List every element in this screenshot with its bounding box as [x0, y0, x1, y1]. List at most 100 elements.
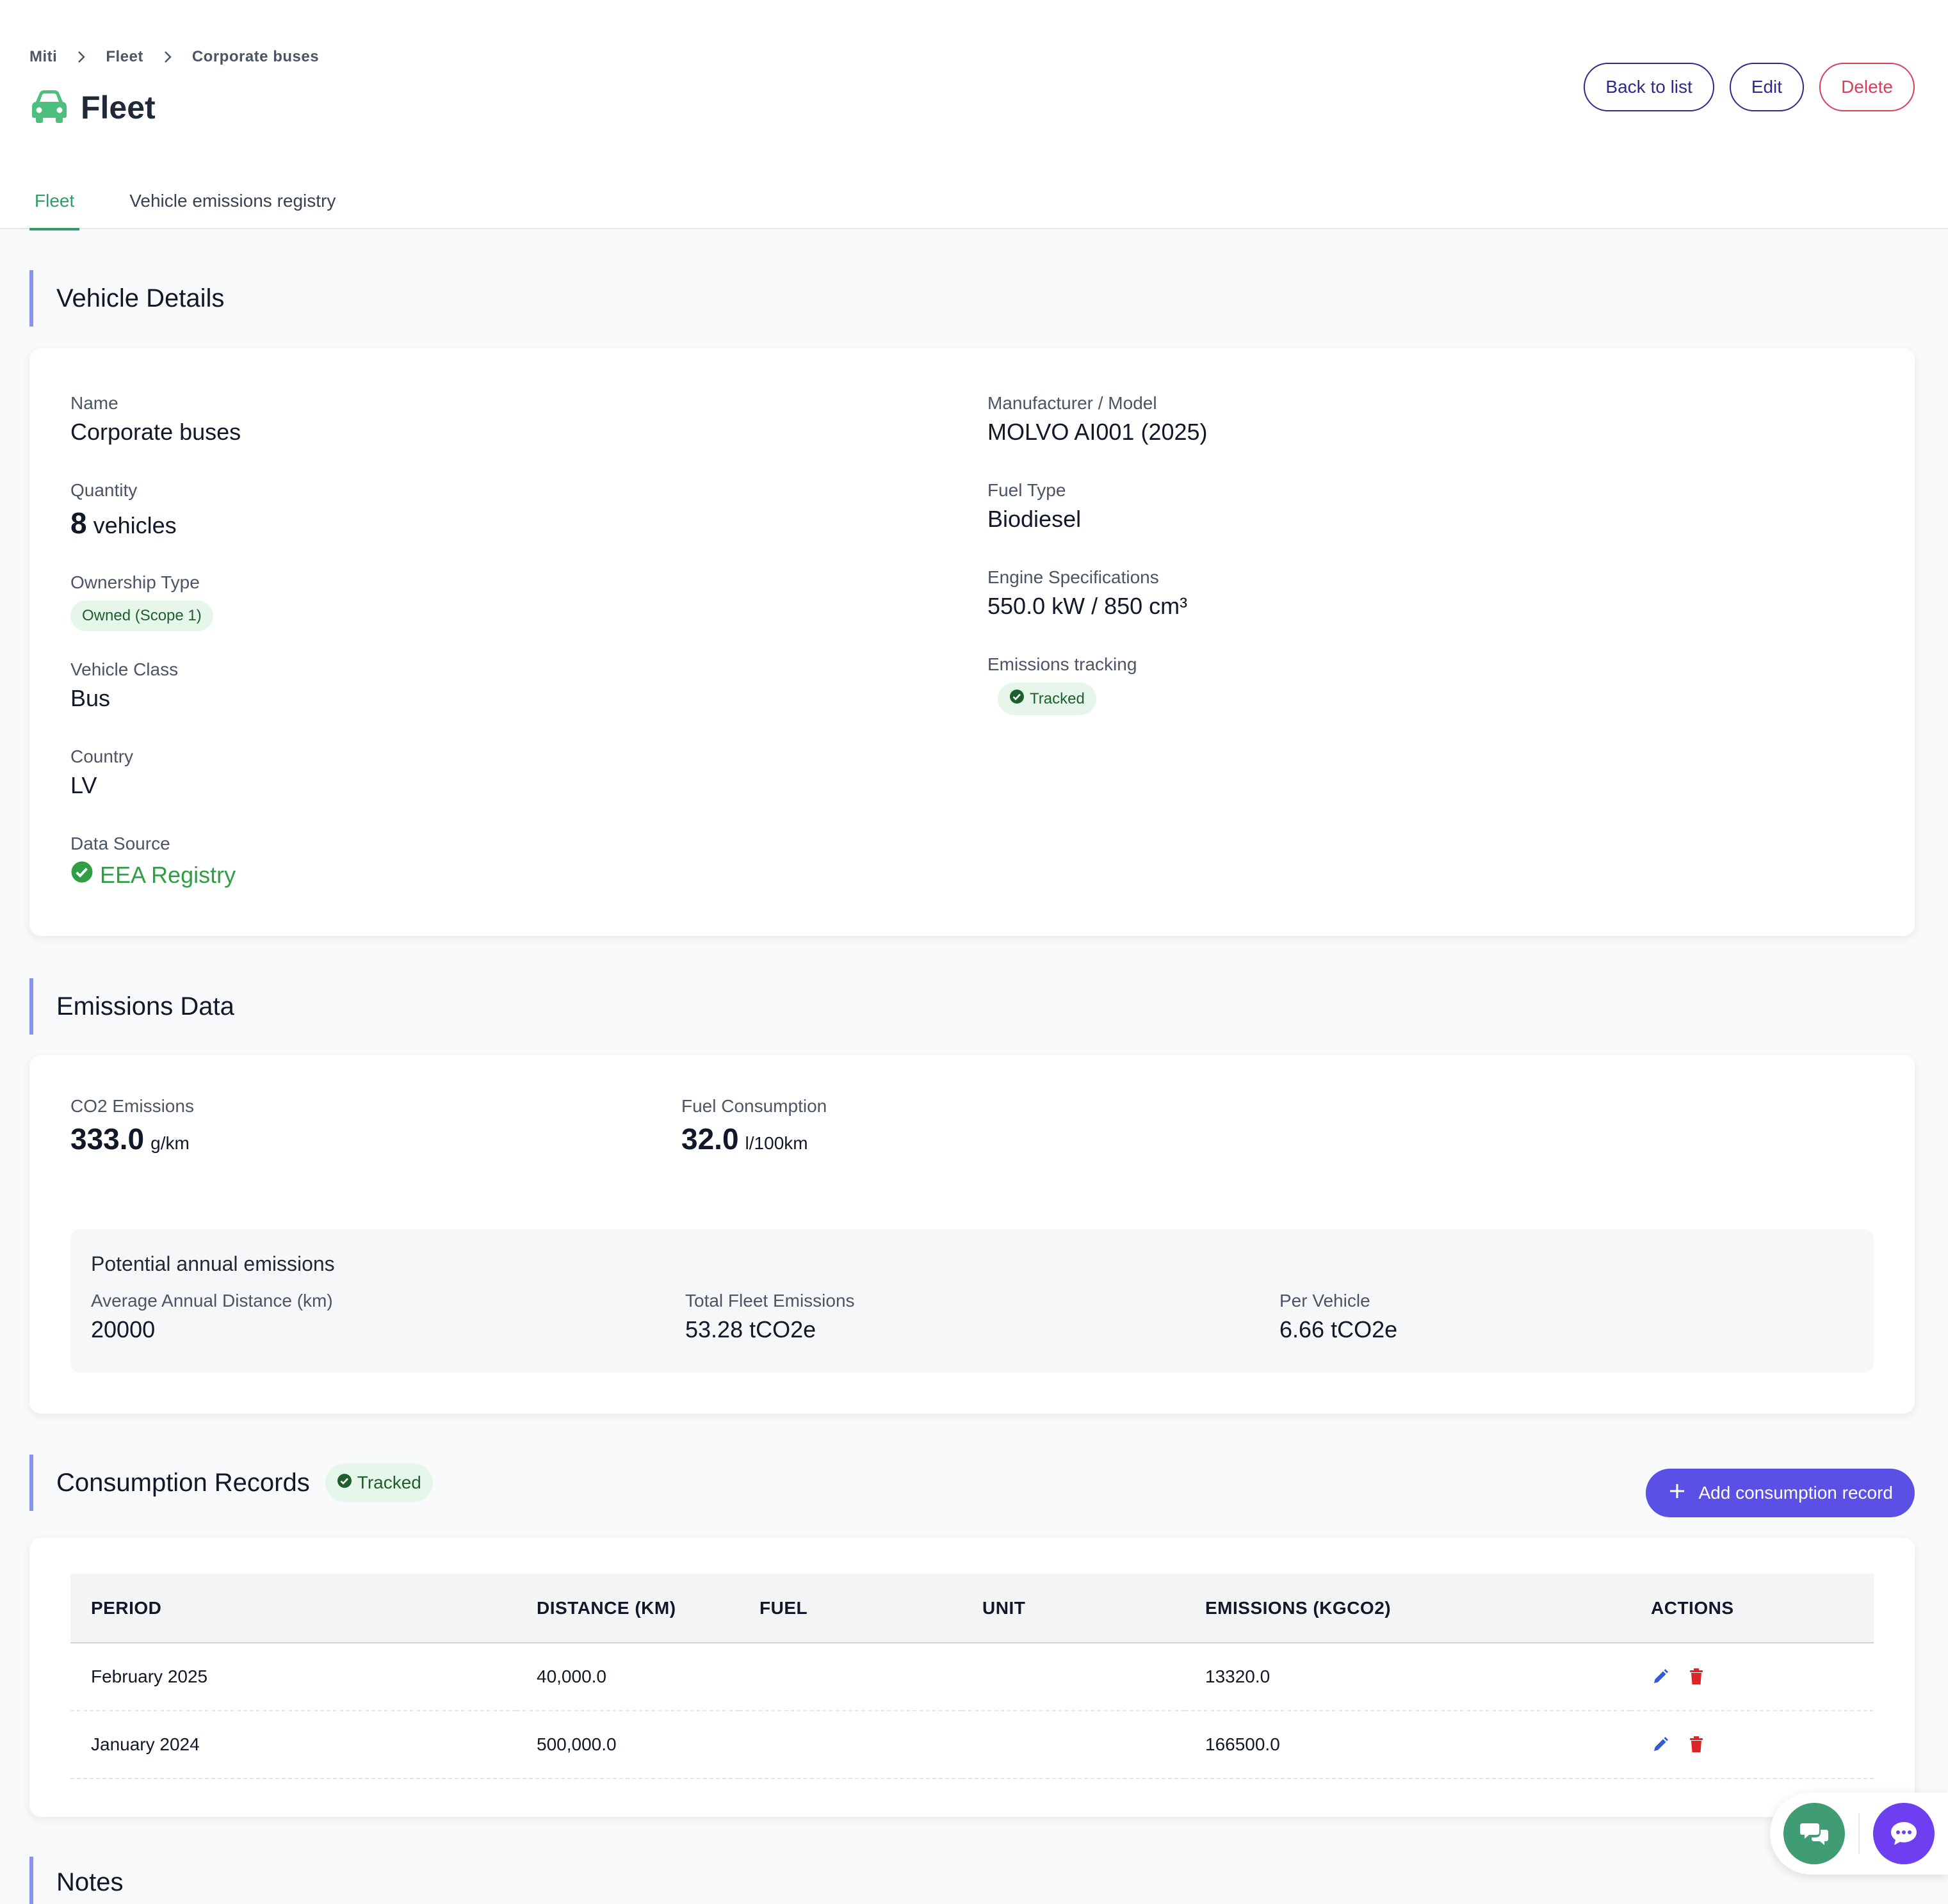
notes-heading: Notes — [29, 1857, 124, 1904]
check-circle-icon — [70, 860, 93, 889]
table-header-row: PERIOD DISTANCE (KM) FUEL UNIT EMISSIONS… — [70, 1574, 1874, 1643]
field-ownership-type: Ownership Type Owned (Scope 1) — [70, 572, 213, 631]
field-label: Manufacturer / Model — [987, 393, 1157, 413]
tab-fleet[interactable]: Fleet — [29, 173, 80, 230]
cell-unit — [962, 1643, 1185, 1711]
emissions-data-heading: Emissions Data — [29, 978, 234, 1035]
floating-chat-panel — [1770, 1793, 1948, 1875]
cell-unit — [962, 1711, 1185, 1779]
field-name: Name Corporate buses — [70, 393, 241, 446]
quantity-unit: vehicles — [93, 512, 177, 538]
pencil-icon[interactable] — [1651, 1735, 1670, 1754]
column-header-period[interactable]: PERIOD — [70, 1574, 516, 1643]
back-to-list-button[interactable]: Back to list — [1584, 63, 1714, 111]
table-row: January 2024 500,000.0 166500.0 — [70, 1711, 1874, 1779]
vehicle-details-card: Name Corporate buses Quantity 8 vehicles… — [29, 348, 1915, 936]
field-label: Fuel Consumption — [681, 1096, 827, 1116]
emissions-data-card: CO2 Emissions 333.0 g/km Fuel Consumptio… — [29, 1055, 1915, 1414]
delete-button[interactable]: Delete — [1819, 63, 1915, 111]
cell-actions — [1630, 1643, 1874, 1711]
section-title: Consumption Records — [56, 1468, 310, 1497]
cell-period: February 2025 — [70, 1643, 516, 1711]
check-circle-icon — [1009, 689, 1025, 709]
annual-distance: Average Annual Distance (km) 20000 — [91, 1291, 333, 1343]
per-vehicle-emissions: Per Vehicle 6.66 tCO2e — [1279, 1291, 1397, 1343]
check-circle-icon — [337, 1472, 352, 1493]
potential-annual-emissions: Potential annual emissions Average Annua… — [70, 1229, 1874, 1373]
vehicle-details-heading: Vehicle Details — [29, 270, 224, 327]
breadcrumb-item-fleet[interactable]: Fleet — [106, 48, 143, 66]
field-label: Country — [70, 746, 134, 766]
trash-icon[interactable] — [1687, 1667, 1706, 1686]
quantity-number: 8 — [70, 506, 87, 540]
chat-bubbles-icon[interactable] — [1783, 1803, 1845, 1864]
field-quantity: Quantity 8 vehicles — [70, 480, 177, 540]
column-header-distance[interactable]: DISTANCE (KM) — [516, 1574, 739, 1643]
plus-icon — [1668, 1481, 1687, 1505]
field-label: Ownership Type — [70, 572, 200, 592]
cell-period: January 2024 — [70, 1711, 516, 1779]
column-header-unit[interactable]: UNIT — [962, 1574, 1185, 1643]
edit-button[interactable]: Edit — [1729, 63, 1805, 111]
field-manufacturer-model: Manufacturer / Model MOLVO AI001 (2025) — [987, 393, 1208, 446]
badge-text: Tracked — [357, 1472, 421, 1492]
section-title: Emissions Data — [56, 992, 234, 1021]
trash-icon[interactable] — [1687, 1735, 1706, 1754]
field-value: 550.0 kW / 850 cm³ — [987, 593, 1188, 619]
annual-title: Potential annual emissions — [91, 1252, 335, 1275]
field-label: Total Fleet Emissions — [685, 1291, 855, 1311]
cell-fuel — [739, 1711, 962, 1779]
chevron-right-icon — [74, 49, 89, 65]
fuel-number: 32.0 — [681, 1122, 739, 1156]
tracked-badge: Tracked — [325, 1464, 433, 1502]
field-value: 53.28 tCO2e — [685, 1316, 816, 1343]
page-header: Fleet — [29, 87, 156, 128]
consumption-table: PERIOD DISTANCE (KM) FUEL UNIT EMISSIONS… — [70, 1574, 1874, 1779]
page-title: Fleet — [81, 90, 156, 125]
field-country: Country LV — [70, 746, 133, 799]
field-value: 32.0 l/100km — [681, 1122, 827, 1156]
column-header-emissions[interactable]: EMISSIONS (KGCO2) — [1185, 1574, 1630, 1643]
tracked-badge: Tracked — [998, 682, 1096, 715]
cell-actions — [1630, 1711, 1874, 1779]
field-emissions-tracking: Emissions tracking Tracked — [987, 654, 1137, 715]
column-header-actions: ACTIONS — [1630, 1574, 1874, 1643]
co2-unit: g/km — [150, 1133, 190, 1153]
column-header-fuel[interactable]: FUEL — [739, 1574, 962, 1643]
field-label: Quantity — [70, 480, 138, 500]
top-bar: Miti Fleet Corporate buses Fleet Back to… — [0, 0, 1948, 230]
tab-vehicle-emissions-registry[interactable]: Vehicle emissions registry — [124, 173, 341, 229]
field-label: Data Source — [70, 834, 170, 853]
add-consumption-record-button[interactable]: Add consumption record — [1646, 1469, 1915, 1517]
button-label: Add consumption record — [1698, 1483, 1893, 1503]
field-label: Per Vehicle — [1279, 1291, 1370, 1311]
cell-emissions: 13320.0 — [1185, 1643, 1630, 1711]
car-icon — [29, 88, 69, 128]
tab-bar: Fleet Vehicle emissions registry — [29, 173, 341, 230]
field-data-source: Data Source EEA Registry — [70, 834, 236, 889]
field-vehicle-class: Vehicle Class Bus — [70, 659, 178, 712]
field-value: Bus — [70, 685, 111, 711]
cell-distance: 500,000.0 — [516, 1711, 739, 1779]
field-value: 6.66 tCO2e — [1279, 1316, 1398, 1343]
consumption-records-heading: Consumption Records Tracked — [29, 1455, 433, 1511]
field-value: 20000 — [91, 1316, 156, 1343]
cell-distance: 40,000.0 — [516, 1643, 739, 1711]
ownership-badge: Owned (Scope 1) — [70, 601, 213, 631]
field-label: CO2 Emissions — [70, 1096, 194, 1116]
field-value: 333.0 g/km — [70, 1122, 194, 1156]
co2-number: 333.0 — [70, 1122, 145, 1156]
field-fuel-type: Fuel Type Biodiesel — [987, 480, 1081, 533]
consumption-records-card: PERIOD DISTANCE (KM) FUEL UNIT EMISSIONS… — [29, 1538, 1915, 1817]
pencil-icon[interactable] — [1651, 1667, 1670, 1686]
section-title: Notes — [56, 1868, 124, 1896]
header-actions: Back to list Edit Delete — [1584, 63, 1915, 111]
message-icon[interactable] — [1873, 1803, 1935, 1864]
field-value: Corporate buses — [70, 419, 241, 445]
cell-emissions: 166500.0 — [1185, 1711, 1630, 1779]
breadcrumb-item-miti[interactable]: Miti — [29, 48, 57, 66]
field-fuel-consumption: Fuel Consumption 32.0 l/100km — [681, 1096, 827, 1156]
field-co2-emissions: CO2 Emissions 333.0 g/km — [70, 1096, 194, 1156]
badge-text: Owned (Scope 1) — [82, 607, 202, 624]
data-source-value: EEA Registry — [70, 860, 236, 889]
